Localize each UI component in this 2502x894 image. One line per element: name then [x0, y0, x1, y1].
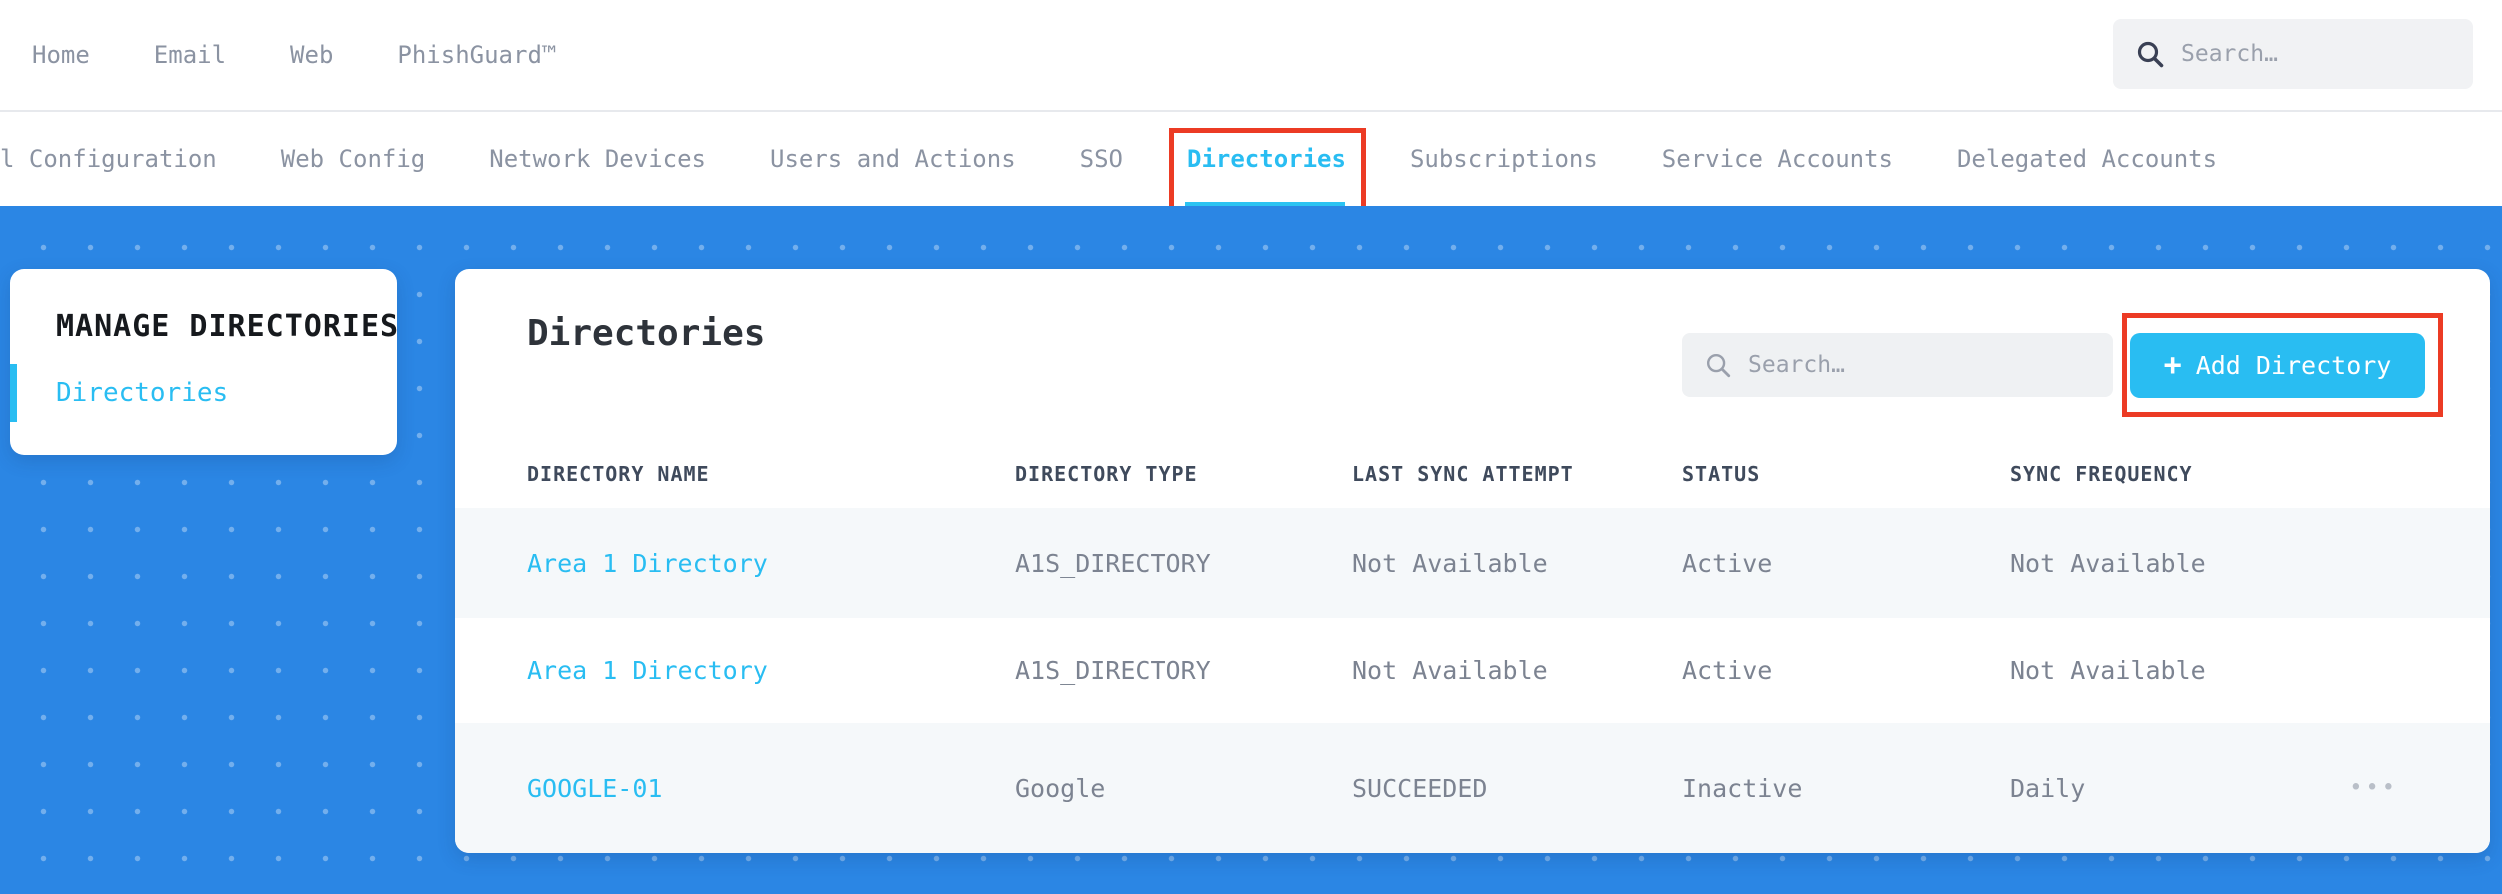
column-directory-type: DIRECTORY TYPE [1015, 462, 1198, 486]
column-status: STATUS [1682, 462, 1761, 486]
sidebar-item-directories[interactable]: Directories [10, 364, 397, 422]
nav-item-phishguard[interactable]: PhishGuard™ [397, 41, 556, 69]
directories-search[interactable] [1682, 333, 2113, 397]
config-tab-bar: l Configuration Web Config Network Devic… [0, 112, 2502, 218]
tab-email-configuration[interactable]: l Configuration [0, 145, 217, 173]
tab-sso[interactable]: SSO [1080, 145, 1123, 173]
directory-name-link[interactable]: GOOGLE-01 [527, 774, 1015, 803]
global-search[interactable] [2113, 19, 2473, 89]
status-cell: Active [1682, 656, 1773, 685]
tab-subscriptions[interactable]: Subscriptions [1410, 145, 1598, 173]
tab-users-and-actions[interactable]: Users and Actions [770, 145, 1016, 173]
directory-type-cell: Google [1015, 773, 1106, 803]
sidebar-heading: MANAGE DIRECTORIES [56, 309, 400, 344]
table-header: DIRECTORY NAME DIRECTORY TYPE LAST SYNC … [455, 440, 2490, 508]
global-search-input[interactable] [2181, 41, 2451, 67]
plus-icon: + [2163, 347, 2182, 383]
column-directory-name: DIRECTORY NAME [527, 462, 710, 486]
column-sync-frequency: SYNC FREQUENCY [2010, 462, 2193, 486]
manage-directories-card: MANAGE DIRECTORIES Directories [10, 269, 400, 455]
tab-directories-label: Directories [1187, 145, 1346, 173]
last-sync-attempt-cell: SUCCEEDED [1352, 773, 1488, 803]
table-body: Area 1 Directory A1S_DIRECTORY Not Avail… [455, 508, 2490, 853]
directory-name-link[interactable]: Area 1 Directory [527, 549, 1015, 578]
tab-web-config[interactable]: Web Config [281, 145, 426, 173]
nav-item-email[interactable]: Email [154, 41, 226, 69]
table-row: GOOGLE-01 Google SUCCEEDED Inactive Dail… [455, 723, 2490, 853]
sync-frequency-cell: Not Available [2010, 656, 2206, 685]
status-cell: Active [1682, 548, 1773, 578]
page-background: MANAGE DIRECTORIES Directories Directori… [0, 206, 2502, 894]
column-last-sync-attempt: LAST SYNC ATTEMPT [1352, 462, 1574, 486]
sync-frequency-cell: Daily [2010, 773, 2086, 803]
page-title: Directories [527, 313, 766, 354]
directory-type-cell: A1S_DIRECTORY [1015, 548, 1211, 578]
row-actions-menu-icon[interactable]: ••• [2349, 776, 2398, 801]
sync-frequency-cell: Not Available [2010, 548, 2206, 578]
directories-search-input[interactable] [1748, 352, 2091, 378]
search-icon [1704, 351, 1732, 379]
directory-name-link[interactable]: Area 1 Directory [527, 656, 1015, 685]
last-sync-attempt-cell: Not Available [1352, 548, 1548, 578]
add-directory-label: Add Directory [2195, 351, 2392, 380]
tab-network-devices[interactable]: Network Devices [489, 145, 706, 173]
status-cell: Inactive [1682, 773, 1803, 803]
directories-panel: Directories + Add Directory DIRECTORY NA… [455, 269, 2490, 853]
last-sync-attempt-cell: Not Available [1352, 656, 1548, 685]
search-icon [2135, 39, 2165, 69]
nav-item-web[interactable]: Web [290, 41, 333, 69]
sidebar-item-label: Directories [56, 378, 229, 408]
add-directory-button[interactable]: + Add Directory [2130, 333, 2425, 398]
tab-delegated-accounts[interactable]: Delegated Accounts [1957, 145, 2217, 173]
directory-type-cell: A1S_DIRECTORY [1015, 656, 1211, 685]
active-item-indicator [10, 364, 17, 422]
table-row: Area 1 Directory A1S_DIRECTORY Not Avail… [455, 508, 2490, 618]
tab-service-accounts[interactable]: Service Accounts [1662, 145, 1893, 173]
nav-item-home[interactable]: Home [32, 41, 90, 69]
tab-directories[interactable]: Directories [1169, 128, 1366, 218]
top-nav-bar: Home Email Web PhishGuard™ [0, 0, 2502, 112]
table-row: Area 1 Directory A1S_DIRECTORY Not Avail… [455, 618, 2490, 723]
